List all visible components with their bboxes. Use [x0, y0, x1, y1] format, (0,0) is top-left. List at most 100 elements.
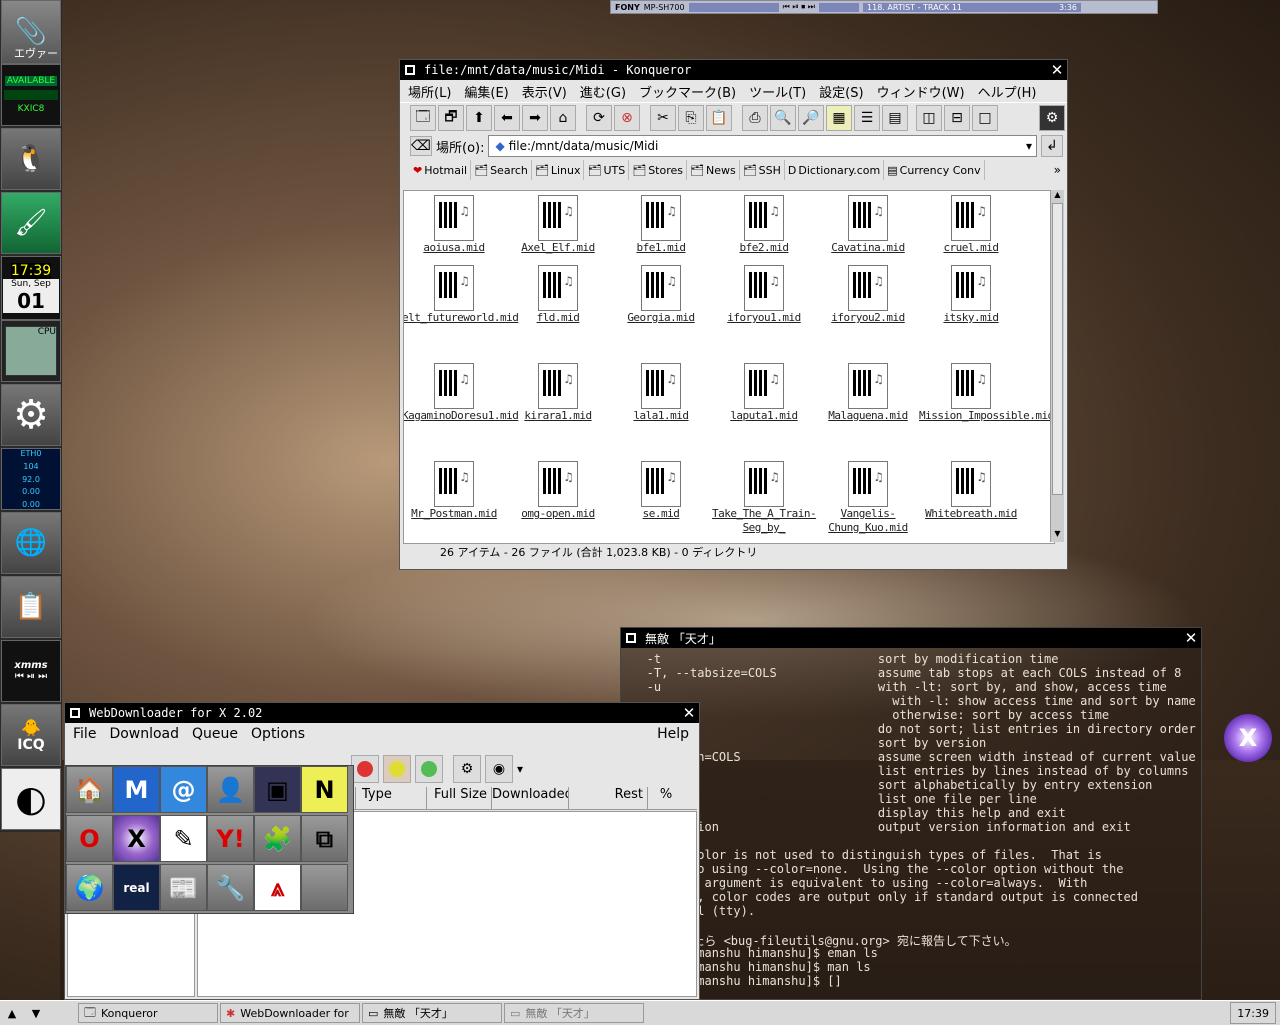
launcher-selected-app[interactable]: ▣ [254, 766, 301, 813]
bookmark-folder-uts[interactable]: 🗂 UTS [584, 160, 630, 180]
clear-location-icon[interactable]: ⌫ [410, 136, 432, 156]
menu-go[interactable]: 進む(G) [580, 82, 626, 101]
player-seek-bar[interactable] [688, 2, 779, 12]
copy-icon[interactable]: ⎘ [678, 105, 704, 131]
file-item[interactable]: ♫ Vangelis-Chung_Kuo.mid [816, 461, 920, 535]
launcher-mail[interactable]: @ [160, 766, 207, 813]
chevron-down-icon[interactable]: ▾ [517, 762, 523, 776]
launcher-news[interactable]: 📰 [160, 864, 207, 911]
bookmark-folder-ssh[interactable]: 🗂 SSH [740, 160, 785, 180]
menu-settings[interactable]: 設定(S) [819, 82, 863, 101]
col-downloaded[interactable]: Downloaded [492, 787, 569, 809]
file-item[interactable]: ♫ bfe1.mid [609, 195, 713, 255]
more-bookmarks-icon[interactable]: » [1054, 163, 1067, 177]
file-item[interactable]: ♫ kirara1.mid [506, 363, 610, 423]
settings-icon[interactable]: ⚙ [453, 755, 481, 783]
file-item[interactable]: ♫ KagaminoDoresu1.mid [404, 363, 519, 423]
launcher-messenger[interactable]: 👤 [207, 766, 254, 813]
launcher-puzzle[interactable]: 🧩 [254, 815, 301, 862]
col-type[interactable]: Type [356, 787, 427, 809]
menu-queue[interactable]: Queue [192, 726, 238, 742]
menu-tools[interactable]: ツール(T) [749, 82, 806, 101]
file-item[interactable]: ♫ Axel_Elf.mid [506, 195, 610, 255]
start-green-icon[interactable] [415, 755, 443, 783]
window-menu-icon[interactable] [65, 703, 85, 723]
launcher-windows[interactable]: ⧉ [301, 815, 348, 862]
menu-options[interactable]: Options [251, 726, 305, 742]
menu-help[interactable]: Help [657, 726, 699, 742]
gear-icon[interactable]: ⚙ [1039, 105, 1065, 131]
file-item[interactable]: ♫ Cavatina.mid [816, 195, 920, 255]
file-item[interactable]: ♫ cruel.mid [919, 195, 1023, 255]
dock-status-applet[interactable]: AVAILABLE KXIC8 [1, 64, 61, 126]
file-item[interactable]: ♫ omg-open.mid [506, 461, 610, 521]
dock-misc-app[interactable]: ◐ [1, 768, 61, 830]
scroll-up-icon[interactable]: ▲ [0, 1007, 24, 1020]
menu-window[interactable]: ウィンドウ(W) [877, 82, 965, 101]
file-item[interactable]: ♫ Malaguena.mid [816, 363, 920, 423]
task-konqueror[interactable]: 🗔 Konqueror [78, 1003, 218, 1023]
disc-icon[interactable]: ◉ [485, 755, 513, 783]
chevron-down-icon[interactable]: ▾ [1026, 139, 1036, 153]
dock-disk-applet[interactable]: ⚙ [1, 384, 61, 446]
launcher-browser[interactable]: 🏠 [66, 766, 113, 813]
window-menu-icon[interactable] [400, 60, 420, 80]
bookmark-hotmail[interactable]: ❤ Hotmail [410, 160, 472, 180]
dock-notes-app[interactable]: 📋 [1, 576, 61, 638]
file-item[interactable]: ♫ laputa1.mid [712, 363, 816, 423]
launcher-editor[interactable]: ✎ [160, 815, 207, 862]
scroll-down-icon[interactable]: ▼ [1051, 529, 1064, 542]
file-item[interactable]: ♫ Whitebreath.mid [919, 461, 1023, 521]
forward-arrow-icon[interactable]: ➡ [522, 105, 548, 131]
properties-icon[interactable]: ▤ [882, 105, 908, 131]
file-item[interactable]: ♫ Mission_Impossible.mid [919, 363, 1054, 423]
scroll-up-icon[interactable]: ▲ [1051, 190, 1064, 203]
player-controls-icon[interactable]: ⏮ ⏯ ⏹ ⏭ [783, 2, 815, 12]
bookmark-folder-stores[interactable]: 🗂 Stores [629, 160, 687, 180]
dock-linux-app[interactable]: 🐧 [1, 128, 61, 190]
bookmark-dictionary[interactable]: D Dictionary.com [785, 160, 885, 180]
file-item[interactable]: ♫ aoiusa.mid [404, 195, 506, 255]
dock-xmms-app[interactable]: xmms ⏮ ⏯ ⏭ [1, 640, 61, 702]
task-terminal-2[interactable]: ▭ 無敵 「天才」 [504, 1003, 644, 1023]
zoom-out-icon[interactable]: 🔎 [798, 105, 824, 131]
col-rest[interactable]: Rest [569, 787, 648, 809]
konqueror-titlebar[interactable]: file:/mnt/data/music/Midi - Konqueror ✕ [400, 60, 1067, 80]
paste-icon[interactable]: 📋 [706, 105, 732, 131]
queue-tree[interactable] [67, 913, 195, 997]
taskbar-clock[interactable]: 17:39 [1230, 1002, 1276, 1024]
terminal-output[interactable]: -t sort by modification time -T, --tabsi… [621, 648, 1201, 999]
reload-icon[interactable]: ⟳ [586, 105, 612, 131]
launcher-opera[interactable]: O [66, 815, 113, 862]
task-terminal-1[interactable]: ▭ 無敵 「天才」 [362, 1003, 502, 1023]
home-icon[interactable]: ⌂ [550, 105, 576, 131]
launcher-acrobat[interactable]: ⩓ [254, 864, 301, 911]
file-item[interactable]: ♫ fld.mid [506, 265, 610, 325]
remove-view-icon[interactable]: □ [972, 105, 998, 131]
file-item[interactable]: ♫ elt_futureworld.mid [404, 265, 519, 325]
zoom-in-icon[interactable]: 🔍 [770, 105, 796, 131]
menu-edit[interactable]: 編集(E) [464, 82, 508, 101]
file-item[interactable]: ♫ lala1.mid [609, 363, 713, 423]
launcher-xine[interactable]: X [113, 815, 160, 862]
dock-network-app[interactable]: 🌐 [1, 512, 61, 574]
file-item[interactable]: ♫ itsky.mid [919, 265, 1023, 325]
menu-view[interactable]: 表示(V) [522, 82, 567, 101]
back-arrow-icon[interactable]: ⬅ [494, 105, 520, 131]
launcher-realplayer[interactable]: real [113, 864, 160, 911]
dock-gimp-app[interactable]: 🖌 [1, 192, 61, 254]
terminal-titlebar[interactable]: 無敵 「天才」 ✕ [621, 628, 1201, 648]
file-item[interactable]: ♫ bfe2.mid [712, 195, 816, 255]
split-vertical-icon[interactable]: ◫ [916, 105, 942, 131]
menu-bookmarks[interactable]: ブックマーク(B) [639, 82, 736, 101]
webdownloader-titlebar[interactable]: WebDownloader for X 2.02 ✕ [65, 703, 699, 723]
bookmark-folder-search[interactable]: 🗂 Search [471, 160, 532, 180]
launcher-netscape[interactable]: N [301, 766, 348, 813]
file-item[interactable]: ♫ se.mid [609, 461, 713, 521]
stop-icon[interactable]: ⊗ [614, 105, 640, 131]
menu-file[interactable]: File [73, 726, 96, 742]
bookmark-folder-linux[interactable]: 🗂 Linux [532, 160, 585, 180]
file-item[interactable]: ♫ iforyou1.mid [712, 265, 816, 325]
dock-icq-app[interactable]: 🐥 ICQ [1, 704, 61, 766]
bookmark-folder-news[interactable]: 🗂 News [687, 160, 740, 180]
